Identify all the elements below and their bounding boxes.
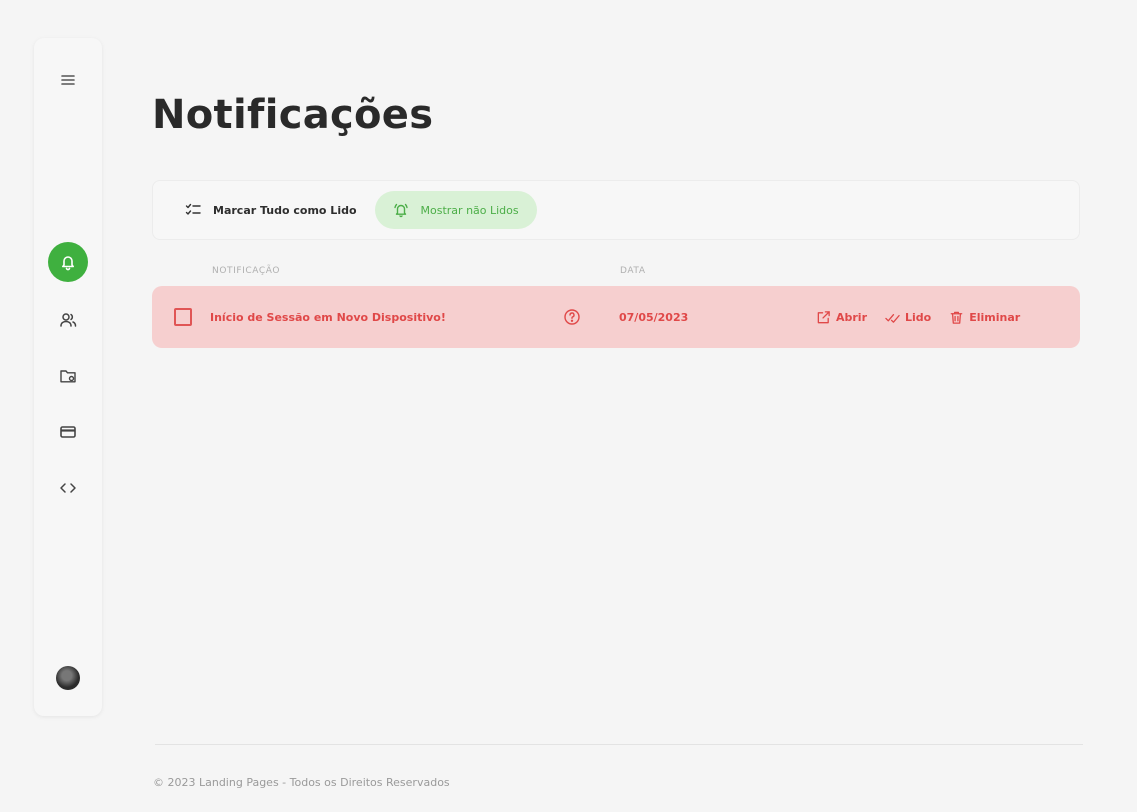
- open-button[interactable]: Abrir: [816, 310, 867, 325]
- notification-text: Início de Sessão em Novo Dispositivo!: [210, 310, 446, 324]
- hamburger-icon: [61, 75, 75, 85]
- row-select: [174, 286, 192, 348]
- external-link-icon: [817, 310, 830, 323]
- checklist-icon: [185, 203, 201, 215]
- sidebar-item-billing[interactable]: [48, 412, 88, 452]
- credit-card-icon: [60, 426, 76, 438]
- double-check-icon: [885, 313, 900, 323]
- trash-icon: [950, 311, 963, 324]
- open-label: Abrir: [836, 310, 868, 324]
- table-row[interactable]: Início de Sessão em Novo Dispositivo! 07…: [152, 286, 1080, 348]
- page-title: Notificações: [152, 92, 434, 138]
- delete-label: Eliminar: [969, 310, 1021, 324]
- row-checkbox[interactable]: [174, 308, 192, 326]
- notification-date: 07/05/2023: [619, 310, 689, 324]
- notifications-toolbar: Marcar Tudo como Lido Mostrar não Lidos: [152, 180, 1080, 240]
- users-icon: [60, 313, 77, 327]
- mark-all-read-label: Marcar Tudo como Lido: [213, 203, 357, 217]
- code-icon: [60, 483, 76, 493]
- help-circle-icon[interactable]: [563, 308, 581, 326]
- sidebar-item-users[interactable]: [48, 300, 88, 340]
- bell-ring-icon: [393, 203, 408, 218]
- bell-icon: [62, 256, 74, 271]
- mark-all-read-button[interactable]: Marcar Tudo como Lido: [185, 191, 357, 229]
- sidebar: [34, 38, 102, 716]
- column-header-date: DATA: [620, 266, 646, 276]
- column-header-notification: NOTIFICAÇÃO: [212, 266, 281, 276]
- mark-read-button[interactable]: Lido: [885, 310, 931, 325]
- delete-button[interactable]: Eliminar: [949, 310, 1020, 325]
- mark-read-label: Lido: [905, 310, 932, 324]
- sidebar-item-folder[interactable]: [48, 356, 88, 396]
- show-unread-label: Mostrar não Lidos: [420, 203, 519, 217]
- folder-settings-icon: [60, 370, 76, 383]
- footer-copyright: © 2023 Landing Pages - Todos os Direitos…: [153, 776, 450, 789]
- menu-toggle-button[interactable]: [48, 60, 88, 100]
- user-avatar[interactable]: [56, 666, 80, 690]
- show-unread-button[interactable]: Mostrar não Lidos: [374, 191, 537, 229]
- sidebar-item-code[interactable]: [48, 468, 88, 508]
- footer-divider: [155, 744, 1083, 745]
- sidebar-item-notifications[interactable]: [48, 242, 88, 282]
